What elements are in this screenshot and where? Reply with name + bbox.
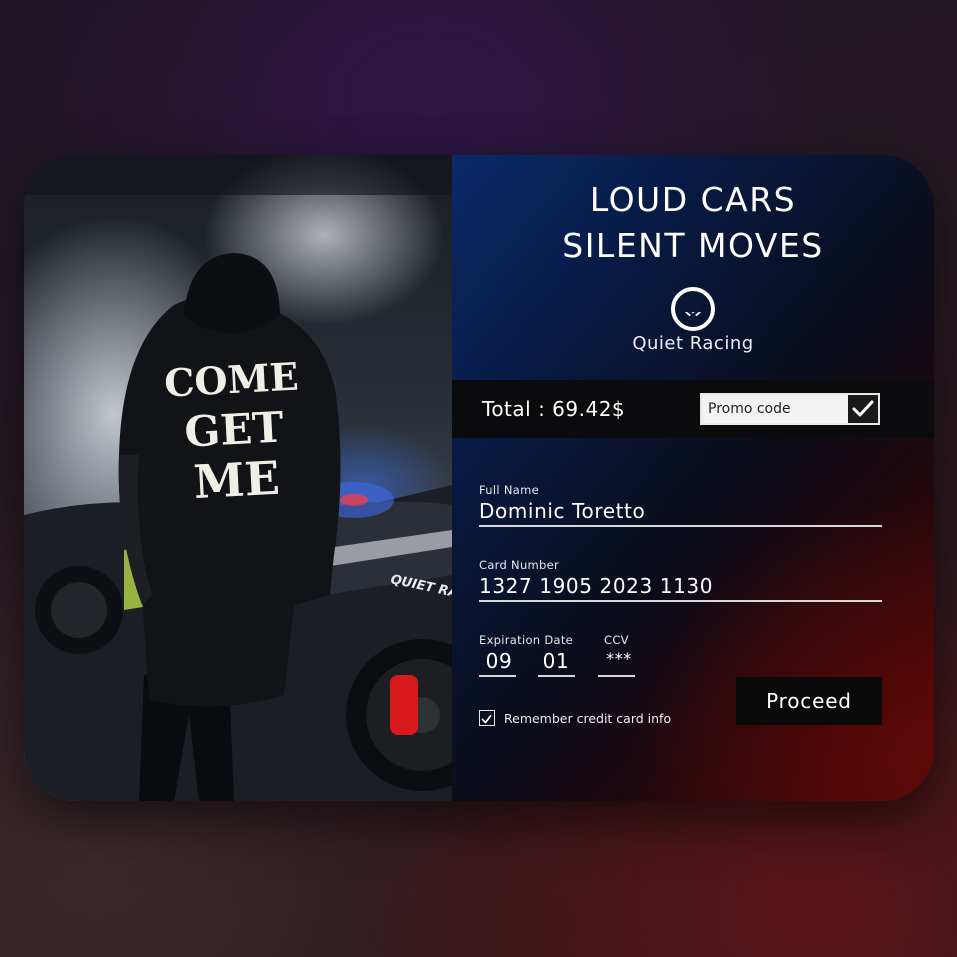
hoodie-print-line: COME xyxy=(163,353,300,406)
hero-photo: QUIET RAC COME GET ME xyxy=(24,155,452,801)
remember-card-checkbox[interactable] xyxy=(479,710,495,726)
checkmark-icon xyxy=(852,400,874,417)
total-bar: Total : 69.42$ xyxy=(452,380,934,438)
checkmark-icon xyxy=(481,715,492,724)
headline-line-1: LOUD CARS xyxy=(589,180,797,219)
card-number-underline xyxy=(479,600,882,602)
card-number-label: Card Number xyxy=(479,558,560,572)
ccv-underline xyxy=(598,675,635,677)
expiration-year-field[interactable]: 01 xyxy=(539,649,573,673)
expiration-year-underline xyxy=(538,675,575,677)
headline: LOUD CARS SILENT MOVES xyxy=(452,177,934,269)
ccv-field[interactable]: *** xyxy=(600,649,638,668)
order-total: Total : 69.42$ xyxy=(482,397,626,421)
checkout-panel: LOUD CARS SILENT MOVES Quiet Racing Tota… xyxy=(452,155,934,801)
expiration-label: Expiration Date xyxy=(479,633,574,647)
hoodie-print-line: GET xyxy=(183,402,285,457)
card-number-field[interactable]: 1327 1905 2023 1130 xyxy=(479,574,713,598)
hoodie-print-line: ME xyxy=(192,450,281,510)
expiration-month-underline xyxy=(479,675,516,677)
full-name-label: Full Name xyxy=(479,483,539,497)
remember-card-label: Remember credit card info xyxy=(504,711,672,726)
ccv-label: CCV xyxy=(604,633,629,647)
proceed-button[interactable]: Proceed xyxy=(736,677,882,725)
full-name-field[interactable]: Dominic Toretto xyxy=(479,499,645,523)
promo-code-input[interactable] xyxy=(702,395,848,423)
expiration-month-field[interactable]: 09 xyxy=(482,649,516,673)
headline-line-2: SILENT MOVES xyxy=(562,226,824,265)
full-name-underline xyxy=(479,525,882,527)
promo-apply-button[interactable] xyxy=(848,395,878,423)
checkout-card: QUIET RAC COME GET ME LOUD CARS SILENT M… xyxy=(24,155,934,801)
hoodie-print: COME GET ME xyxy=(155,351,313,510)
brand-name: Quiet Racing xyxy=(632,333,754,354)
muted-face-x-icon xyxy=(671,287,715,331)
promo-code-field xyxy=(700,393,880,425)
